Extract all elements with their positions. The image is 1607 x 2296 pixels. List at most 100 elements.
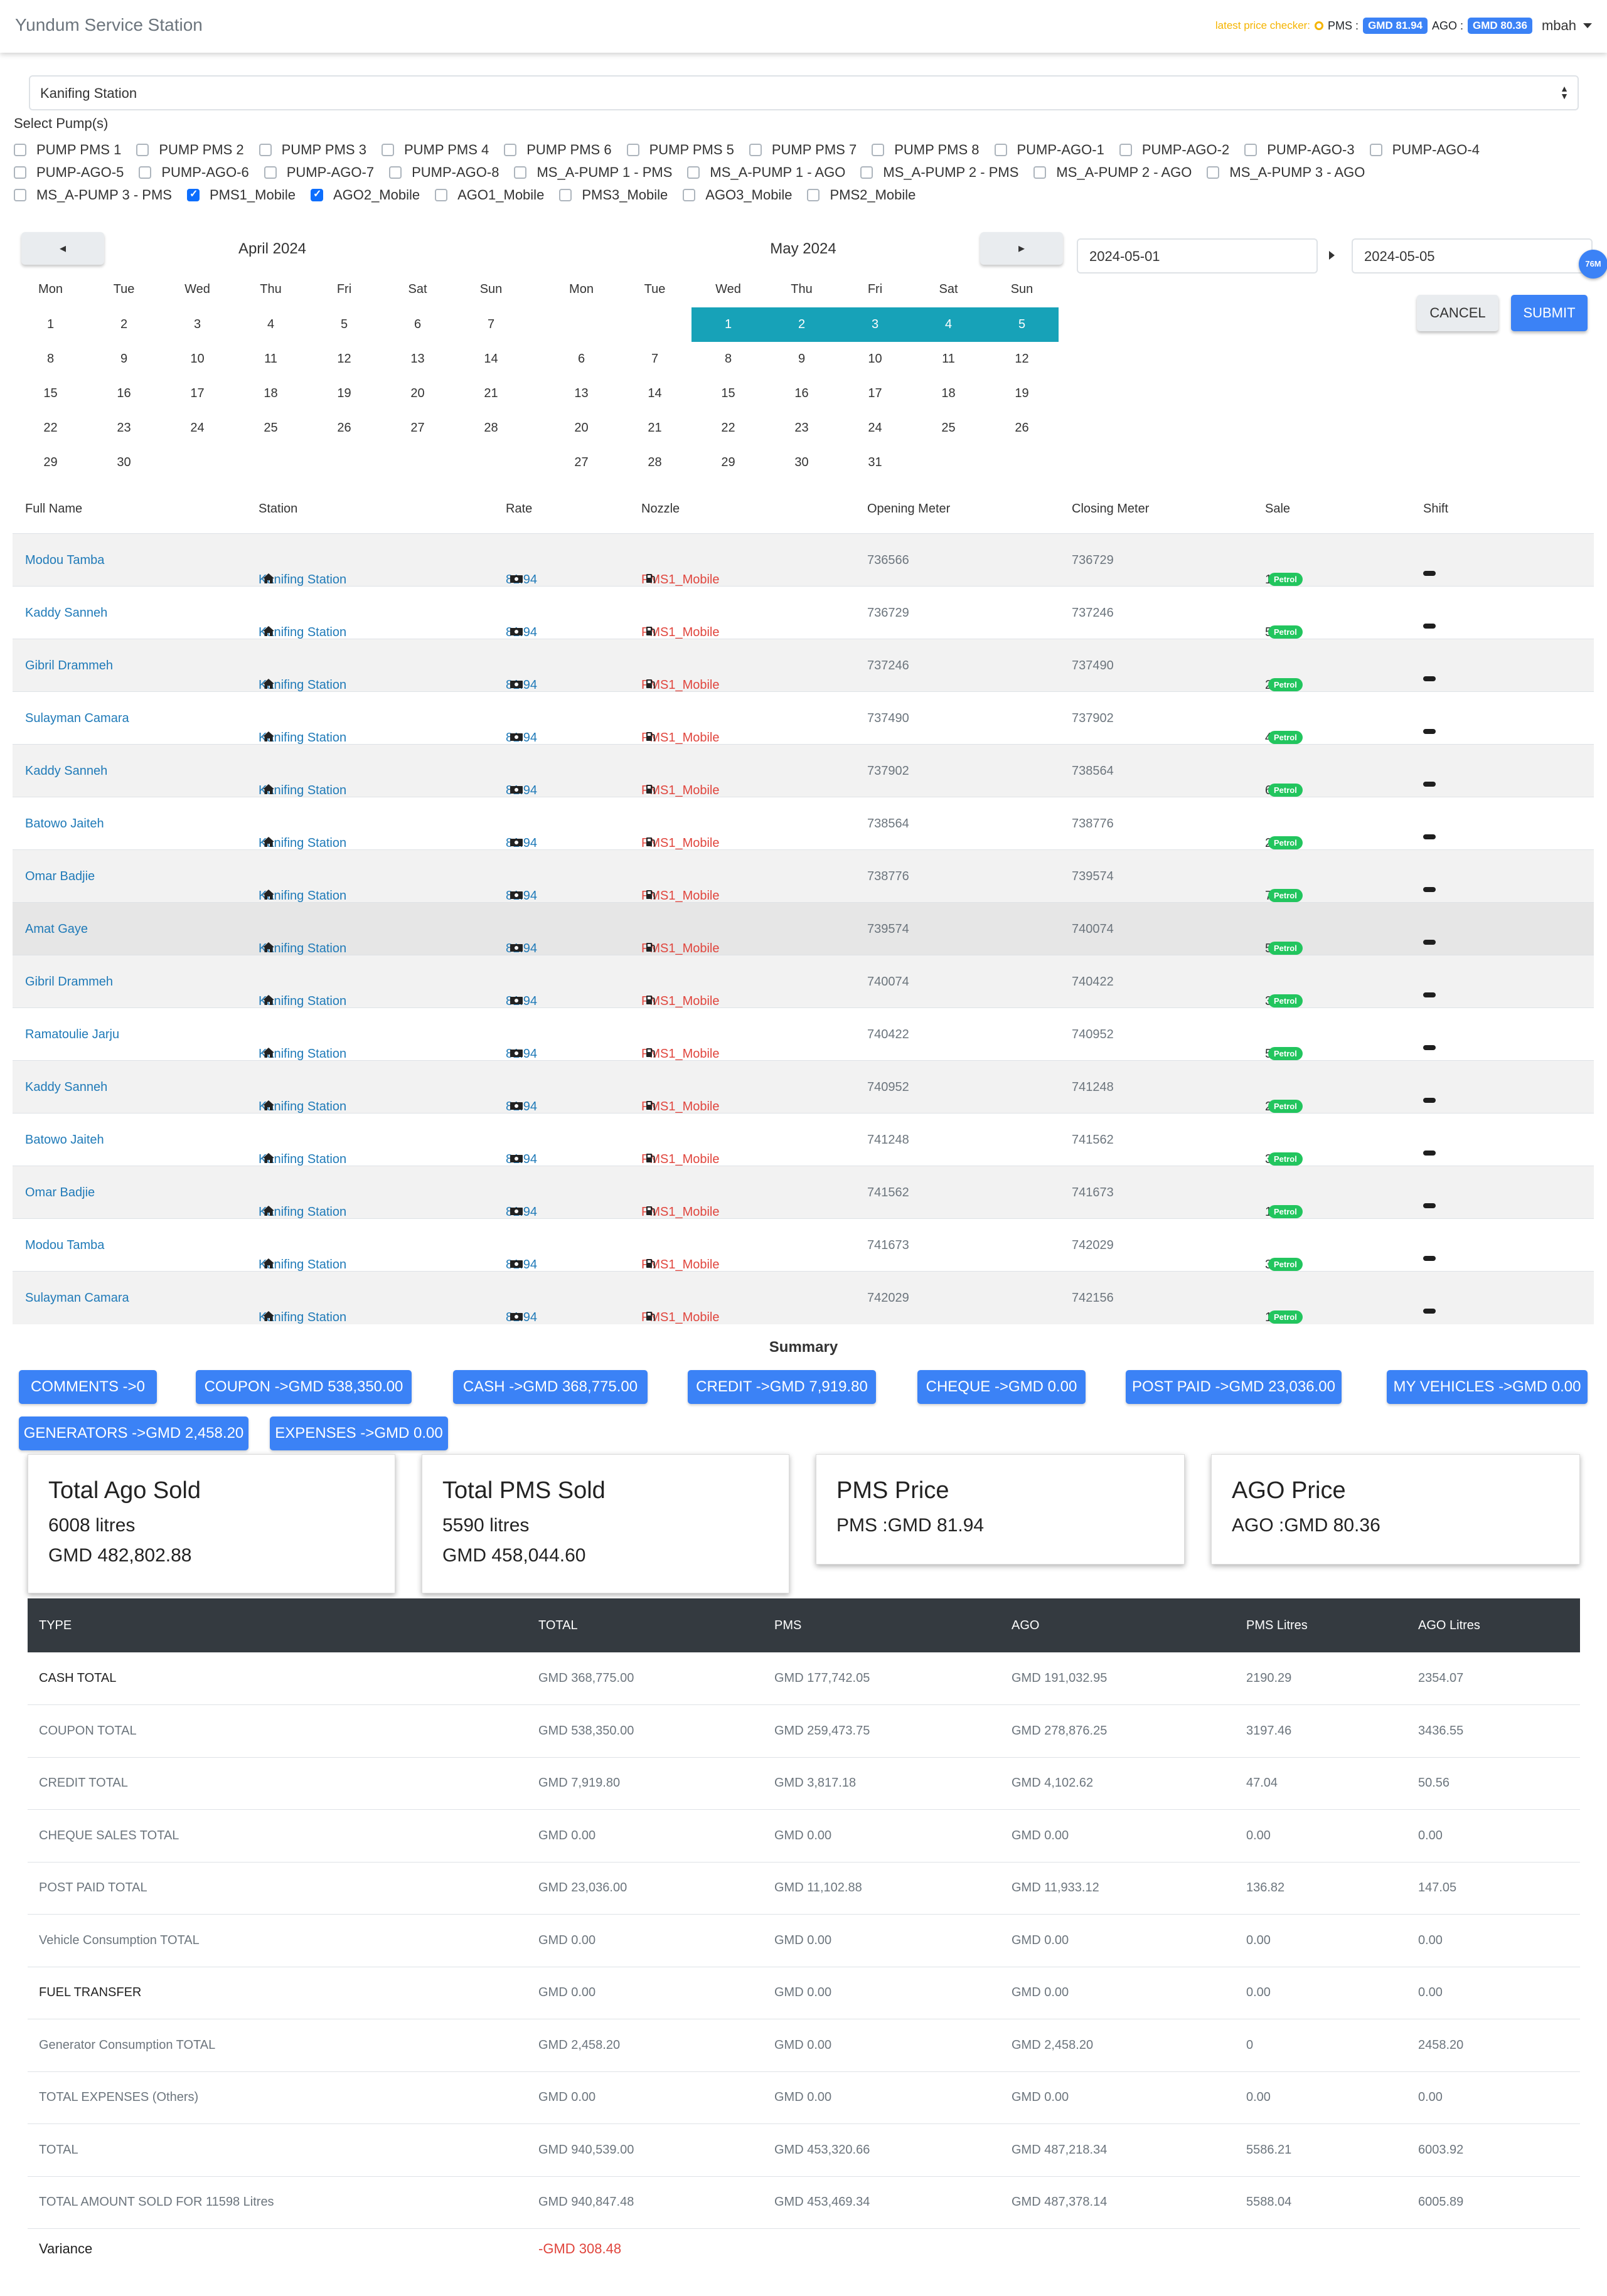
pump-checkbox-item[interactable]: AGO3_Mobile (683, 187, 792, 203)
pump-checkbox[interactable] (860, 166, 873, 179)
pump-checkbox-item[interactable]: PUMP-AGO-3 (1244, 142, 1355, 158)
calendar-day[interactable]: 9 (87, 342, 161, 376)
pump-checkbox-item[interactable]: MS_A-PUMP 1 - AGO (687, 164, 845, 181)
calendar-day[interactable]: 16 (87, 376, 161, 411)
next-month-button[interactable]: ▸ (980, 232, 1063, 265)
calendar-day[interactable]: 30 (87, 445, 161, 480)
calendar-day[interactable]: 27 (381, 411, 454, 445)
pump-checkbox-item[interactable]: PUMP-AGO-4 (1369, 142, 1480, 158)
calendar-day[interactable]: 12 (307, 342, 381, 376)
calendar-day[interactable]: 20 (381, 376, 454, 411)
calendar-day[interactable]: 12 (985, 342, 1059, 376)
calendar-day[interactable]: 1 (691, 307, 765, 342)
calendar-day[interactable]: 16 (765, 376, 838, 411)
floating-badge-button[interactable]: 76M (1579, 250, 1607, 279)
coupon-button[interactable]: COUPON ->GMD 538,350.00 (196, 1370, 412, 1404)
calendar-day[interactable]: 2 (765, 307, 838, 342)
full-name-link[interactable]: Kaddy Sanneh (25, 764, 107, 779)
calendar-day[interactable]: 8 (14, 342, 87, 376)
brand-title[interactable]: Yundum Service Station (15, 15, 203, 35)
calendar-day[interactable]: 2 (87, 307, 161, 342)
full-name-link[interactable]: Modou Tamba (25, 1238, 104, 1253)
full-name-link[interactable]: Gibril Drammeh (25, 659, 113, 673)
pump-checkbox-item[interactable]: MS_A-PUMP 2 - PMS (860, 164, 1018, 181)
pump-checkbox[interactable] (381, 144, 394, 156)
pump-checkbox[interactable] (139, 166, 152, 179)
end-date-input[interactable]: 2024-05-05 (1352, 238, 1593, 274)
cheque-button[interactable]: CHEQUE ->GMD 0.00 (917, 1370, 1086, 1404)
calendar-day[interactable]: 14 (454, 342, 528, 376)
calendar-day[interactable]: 11 (234, 342, 307, 376)
calendar-day[interactable]: 26 (985, 411, 1059, 445)
submit-button[interactable]: SUBMIT (1511, 295, 1588, 331)
calendar-day[interactable]: 14 (618, 376, 691, 411)
pump-checkbox[interactable] (872, 144, 885, 156)
pump-checkbox-item[interactable]: PUMP-AGO-1 (994, 142, 1104, 158)
calendar-day[interactable]: 1 (14, 307, 87, 342)
calendar-day[interactable]: 5 (307, 307, 381, 342)
calendar-day[interactable]: 27 (545, 445, 618, 480)
calendar-day[interactable]: 22 (691, 411, 765, 445)
calendar-day[interactable]: 5 (985, 307, 1059, 342)
pump-checkbox-item[interactable]: PUMP PMS 2 (136, 142, 244, 158)
calendar-day[interactable]: 10 (161, 342, 234, 376)
pump-checkbox-item[interactable]: PUMP PMS 4 (381, 142, 489, 158)
pump-checkbox-item[interactable]: PMS3_Mobile (559, 187, 668, 203)
pump-checkbox-item[interactable]: PUMP PMS 7 (749, 142, 857, 158)
calendar-day[interactable]: 19 (985, 376, 1059, 411)
calendar-day[interactable]: 15 (691, 376, 765, 411)
my-vehicles-button[interactable]: MY VEHICLES ->GMD 0.00 (1387, 1370, 1588, 1404)
calendar-day[interactable]: 23 (87, 411, 161, 445)
pump-checkbox[interactable] (186, 188, 200, 201)
pump-checkbox[interactable] (14, 189, 26, 201)
pump-checkbox[interactable] (435, 189, 448, 201)
calendar-day[interactable]: 31 (838, 445, 912, 480)
full-name-link[interactable]: Modou Tamba (25, 553, 104, 568)
full-name-link[interactable]: Kaddy Sanneh (25, 1080, 107, 1095)
full-name-link[interactable]: Sulayman Camara (25, 711, 129, 726)
full-name-link[interactable]: Gibril Drammeh (25, 975, 113, 989)
calendar-day[interactable]: 17 (838, 376, 912, 411)
calendar-day[interactable]: 3 (161, 307, 234, 342)
calendar-day[interactable]: 4 (234, 307, 307, 342)
cancel-button[interactable]: CANCEL (1417, 295, 1498, 331)
prev-month-button[interactable]: ◂ (21, 232, 104, 265)
user-menu[interactable]: mbah (1542, 18, 1576, 34)
calendar-day[interactable]: 15 (14, 376, 87, 411)
pump-checkbox[interactable] (259, 144, 272, 156)
full-name-link[interactable]: Batowo Jaiteh (25, 1133, 104, 1147)
pump-checkbox[interactable] (1033, 166, 1047, 179)
full-name-link[interactable]: Sulayman Camara (25, 1291, 129, 1305)
pump-checkbox-item[interactable]: MS_A-PUMP 1 - PMS (514, 164, 672, 181)
calendar-day[interactable]: 28 (618, 445, 691, 480)
pump-checkbox[interactable] (136, 144, 149, 156)
pump-checkbox[interactable] (14, 144, 26, 156)
caret-down-icon[interactable] (1583, 23, 1592, 28)
calendar-day[interactable]: 8 (691, 342, 765, 376)
comments-button[interactable]: COMMENTS ->0 (19, 1370, 157, 1404)
calendar-day[interactable]: 7 (454, 307, 528, 342)
pump-checkbox-item[interactable]: AGO1_Mobile (435, 187, 544, 203)
calendar-day[interactable]: 21 (618, 411, 691, 445)
calendar-day[interactable]: 18 (912, 376, 985, 411)
calendar-day[interactable]: 29 (14, 445, 87, 480)
calendar-day[interactable]: 9 (765, 342, 838, 376)
pump-checkbox[interactable] (683, 189, 696, 201)
cash-button[interactable]: CASH ->GMD 368,775.00 (453, 1370, 648, 1404)
pump-checkbox[interactable] (514, 166, 527, 179)
pump-checkbox-item[interactable]: PUMP-AGO-5 (14, 164, 124, 181)
calendar-day[interactable]: 7 (618, 342, 691, 376)
pump-checkbox[interactable] (626, 144, 639, 156)
pump-checkbox[interactable] (994, 144, 1007, 156)
calendar-day[interactable]: 25 (912, 411, 985, 445)
post-paid-button[interactable]: POST PAID ->GMD 23,036.00 (1126, 1370, 1342, 1404)
credit-button[interactable]: CREDIT ->GMD 7,919.80 (688, 1370, 876, 1404)
pump-checkbox-item[interactable]: PMS1_Mobile (186, 187, 296, 203)
pump-checkbox[interactable] (1207, 166, 1220, 179)
pump-checkbox-item[interactable]: PUMP PMS 1 (14, 142, 121, 158)
pump-checkbox[interactable] (310, 188, 323, 201)
pump-checkbox-item[interactable]: PUMP-AGO-6 (139, 164, 249, 181)
calendar-day[interactable]: 25 (234, 411, 307, 445)
pump-checkbox[interactable] (389, 166, 402, 179)
calendar-day[interactable]: 30 (765, 445, 838, 480)
